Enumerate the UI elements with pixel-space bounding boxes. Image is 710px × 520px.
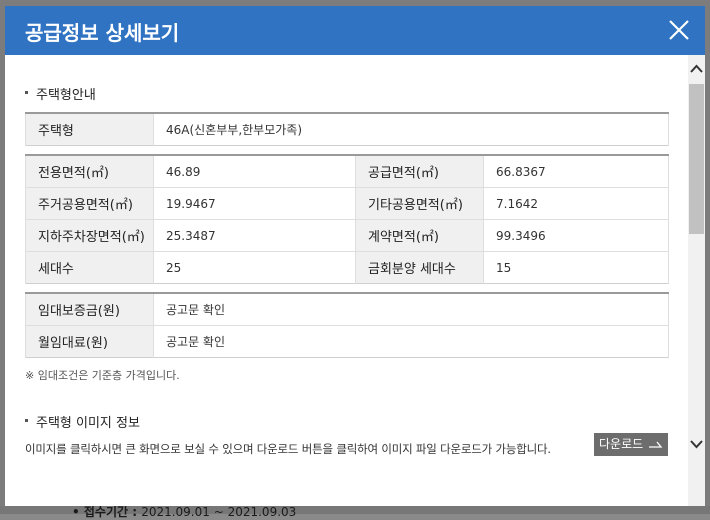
arrow-right-icon (649, 441, 663, 448)
close-icon (669, 20, 689, 40)
download-button[interactable]: 다운로드 (594, 433, 668, 456)
area-label: 전용면적(㎡) (25, 155, 154, 188)
bullet-icon (25, 91, 28, 94)
supply-detail-modal: 공급정보 상세보기 주택형안내 주택형 46A(신혼부부,한부모가족) 전용면적… (5, 6, 705, 506)
area-label: 금회분양 세대수 (355, 251, 484, 284)
area-value: 7.1642 (483, 187, 669, 220)
download-label: 다운로드 (599, 437, 644, 451)
scroll-up-button[interactable] (688, 61, 705, 75)
modal-title: 공급정보 상세보기 (25, 21, 180, 45)
area-value: 99.3496 (483, 219, 669, 252)
modal-header: 공급정보 상세보기 (5, 6, 705, 55)
table-row: 주택형 46A(신혼부부,한부모가족) (25, 113, 669, 146)
area-value: 19.9467 (153, 187, 356, 220)
table-row: 주거공용면적(㎡) 19.9467 기타공용면적(㎡) 7.1642 (25, 187, 669, 220)
rent-value: 공고문 확인 (153, 293, 669, 326)
chevron-down-icon (690, 440, 703, 449)
housing-type-label: 주택형 (25, 113, 154, 146)
bullet-icon (25, 419, 28, 422)
area-label: 주거공용면적(㎡) (25, 187, 154, 220)
area-label: 기타공용면적(㎡) (355, 187, 484, 220)
section-housing-label: 주택형안내 (36, 88, 96, 103)
section-title-image: 주택형 이미지 정보 (25, 412, 140, 431)
rent-label: 월임대료(원) (25, 325, 154, 358)
section-image-label: 주택형 이미지 정보 (36, 416, 140, 431)
backdrop-period-label: 접수기간 : (83, 505, 137, 519)
table-row: 전용면적(㎡) 46.89 공급면적(㎡) 66.8367 (25, 155, 669, 188)
rent-note: ※ 임대조건은 기준층 가격입니다. (25, 369, 180, 382)
housing-type-table: 주택형 46A(신혼부부,한부모가족) (25, 112, 669, 146)
table-row: 지하주차장면적(㎡) 25.3487 계약면적(㎡) 99.3496 (25, 219, 669, 252)
scroll-down-button[interactable] (688, 436, 705, 450)
chevron-up-icon (690, 64, 703, 73)
area-value: 25.3487 (153, 219, 356, 252)
housing-type-value: 46A(신혼부부,한부모가족) (153, 113, 669, 146)
area-value: 25 (153, 251, 356, 284)
modal-body[interactable]: 주택형안내 주택형 46A(신혼부부,한부모가족) 전용면적(㎡) 46.89 … (5, 55, 688, 506)
rent-label: 임대보증금(원) (25, 293, 154, 326)
rent-value: 공고문 확인 (153, 325, 669, 358)
area-label: 세대수 (25, 251, 154, 284)
area-label: 계약면적(㎡) (355, 219, 484, 252)
area-table: 전용면적(㎡) 46.89 공급면적(㎡) 66.8367 주거공용면적(㎡) … (25, 154, 669, 284)
area-label: 지하주차장면적(㎡) (25, 219, 154, 252)
table-row: 임대보증금(원) 공고문 확인 (25, 293, 669, 326)
close-button[interactable] (667, 18, 691, 42)
image-description: 이미지를 클릭하시면 큰 화면으로 보실 수 있으며 다운로드 버튼을 클릭하여… (25, 442, 551, 456)
area-value: 66.8367 (483, 155, 669, 188)
backdrop-period-value: 2021.09.01 ~ 2021.09.03 (141, 505, 297, 519)
scroll-thumb[interactable] (689, 84, 704, 234)
section-title-housing: 주택형안내 (25, 84, 96, 103)
area-label: 공급면적(㎡) (355, 155, 484, 188)
vertical-scrollbar[interactable] (688, 55, 705, 506)
rent-table: 임대보증금(원) 공고문 확인 월임대료(원) 공고문 확인 (25, 292, 669, 358)
table-row: 월임대료(원) 공고문 확인 (25, 325, 669, 358)
area-value: 15 (483, 251, 669, 284)
area-value: 46.89 (153, 155, 356, 188)
table-row: 세대수 25 금회분양 세대수 15 (25, 251, 669, 284)
